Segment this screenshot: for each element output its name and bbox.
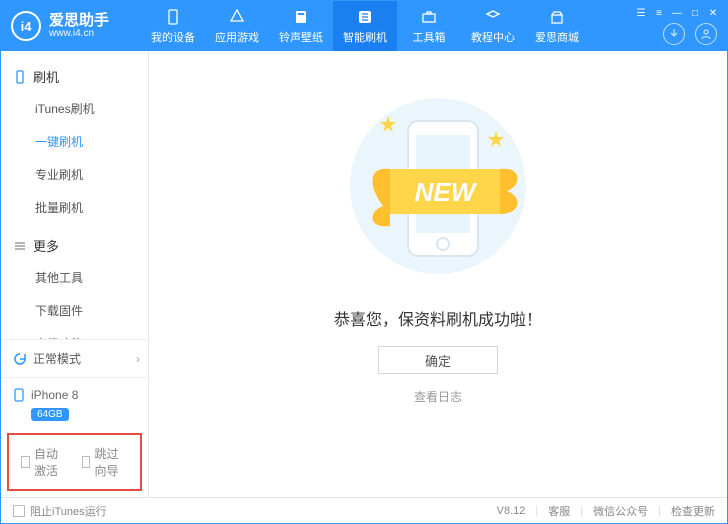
- checkbox-auto-activate[interactable]: 自动激活: [21, 445, 68, 479]
- nav-apps[interactable]: 应用游戏: [205, 1, 269, 51]
- device-capacity-badge: 64GB: [31, 408, 69, 421]
- user-icon[interactable]: [695, 23, 717, 45]
- device-name: iPhone 8: [31, 388, 78, 402]
- shop-icon: [548, 8, 566, 26]
- footer-link-wechat[interactable]: 微信公众号: [593, 503, 648, 519]
- checkbox-block-itunes[interactable]: 阻止iTunes运行: [13, 503, 107, 519]
- flash-icon: [356, 8, 374, 26]
- footer-link-update[interactable]: 检查更新: [671, 503, 715, 519]
- main-content: NEW 恭喜您，保资料刷机成功啦！ 确定 查看日志: [149, 51, 727, 497]
- logo-badge-icon: i4: [11, 11, 41, 41]
- sidebar-item-oneclick-flash[interactable]: 一键刷机: [1, 125, 148, 158]
- view-log-link[interactable]: 查看日志: [414, 388, 462, 405]
- nav-toolbox[interactable]: 工具箱: [397, 1, 461, 51]
- app-header: i4 爱思助手 www.i4.cn 我的设备 应用游戏 铃声壁纸 智能刷机: [1, 1, 727, 51]
- ok-button[interactable]: 确定: [378, 346, 498, 374]
- refresh-icon: [13, 352, 27, 366]
- phone-icon: [13, 388, 25, 402]
- more-group-icon: [13, 239, 27, 253]
- status-bar: 阻止iTunes运行 V8.12 | 客服 | 微信公众号 | 检查更新: [1, 497, 727, 523]
- tutorial-icon: [484, 8, 502, 26]
- sidebar: 刷机 iTunes刷机 一键刷机 专业刷机 批量刷机 更多 其他工具 下载固件 …: [1, 51, 149, 497]
- header-actions: [663, 23, 717, 45]
- download-icon[interactable]: [663, 23, 685, 45]
- checkbox-icon: [21, 456, 30, 468]
- sidebar-status[interactable]: 正常模式 ›: [1, 339, 148, 377]
- close-icon[interactable]: ✕: [707, 7, 719, 19]
- toolbox-icon: [420, 8, 438, 26]
- maximize-icon[interactable]: □: [689, 7, 701, 19]
- options-icon[interactable]: ≡: [653, 7, 665, 19]
- sidebar-device[interactable]: iPhone 8 64GB: [1, 377, 148, 429]
- sidebar-item-itunes-flash[interactable]: iTunes刷机: [1, 92, 148, 125]
- sidebar-item-download-firmware[interactable]: 下载固件: [1, 294, 148, 327]
- apps-icon: [228, 8, 246, 26]
- success-illustration-icon: NEW: [328, 91, 548, 284]
- banner-text: NEW: [415, 177, 478, 207]
- minimize-icon[interactable]: —: [671, 7, 683, 19]
- window-controls: ☰ ≡ — □ ✕: [635, 7, 719, 19]
- sidebar-item-batch-flash[interactable]: 批量刷机: [1, 191, 148, 224]
- menu-icon[interactable]: ☰: [635, 7, 647, 19]
- version-label: V8.12: [497, 505, 526, 517]
- sidebar-item-other-tools[interactable]: 其他工具: [1, 261, 148, 294]
- status-label: 正常模式: [33, 350, 81, 367]
- success-message: 恭喜您，保资料刷机成功啦！: [334, 306, 542, 330]
- chevron-right-icon: ›: [136, 352, 140, 366]
- nav-shop[interactable]: 爱思商城: [525, 1, 589, 51]
- app-logo: i4 爱思助手 www.i4.cn: [1, 11, 141, 41]
- device-icon: [164, 8, 182, 26]
- flash-group-icon: [13, 70, 27, 84]
- footer-link-kefu[interactable]: 客服: [548, 503, 570, 519]
- sidebar-item-pro-flash[interactable]: 专业刷机: [1, 158, 148, 191]
- sidebar-group-more: 更多 其他工具 下载固件 高级功能: [1, 230, 148, 339]
- app-url: www.i4.cn: [49, 28, 109, 39]
- sidebar-group-more-title[interactable]: 更多: [1, 230, 148, 261]
- nav-ringtones[interactable]: 铃声壁纸: [269, 1, 333, 51]
- sidebar-group-flash-title[interactable]: 刷机: [1, 61, 148, 92]
- checkbox-skip-guide[interactable]: 跳过向导: [82, 445, 129, 479]
- nav-smart-flash[interactable]: 智能刷机: [333, 1, 397, 51]
- nav-tutorials[interactable]: 教程中心: [461, 1, 525, 51]
- sidebar-group-flash: 刷机 iTunes刷机 一键刷机 专业刷机 批量刷机: [1, 61, 148, 224]
- ringtone-icon: [292, 8, 310, 26]
- nav-my-device[interactable]: 我的设备: [141, 1, 205, 51]
- sidebar-item-advanced[interactable]: 高级功能: [1, 327, 148, 339]
- checkbox-icon: [13, 505, 25, 517]
- app-name: 爱思助手: [49, 13, 109, 28]
- main-nav: 我的设备 应用游戏 铃声壁纸 智能刷机 工具箱 教程中心: [141, 1, 589, 51]
- checkbox-icon: [82, 456, 91, 468]
- sidebar-flash-options: 自动激活 跳过向导: [7, 433, 142, 491]
